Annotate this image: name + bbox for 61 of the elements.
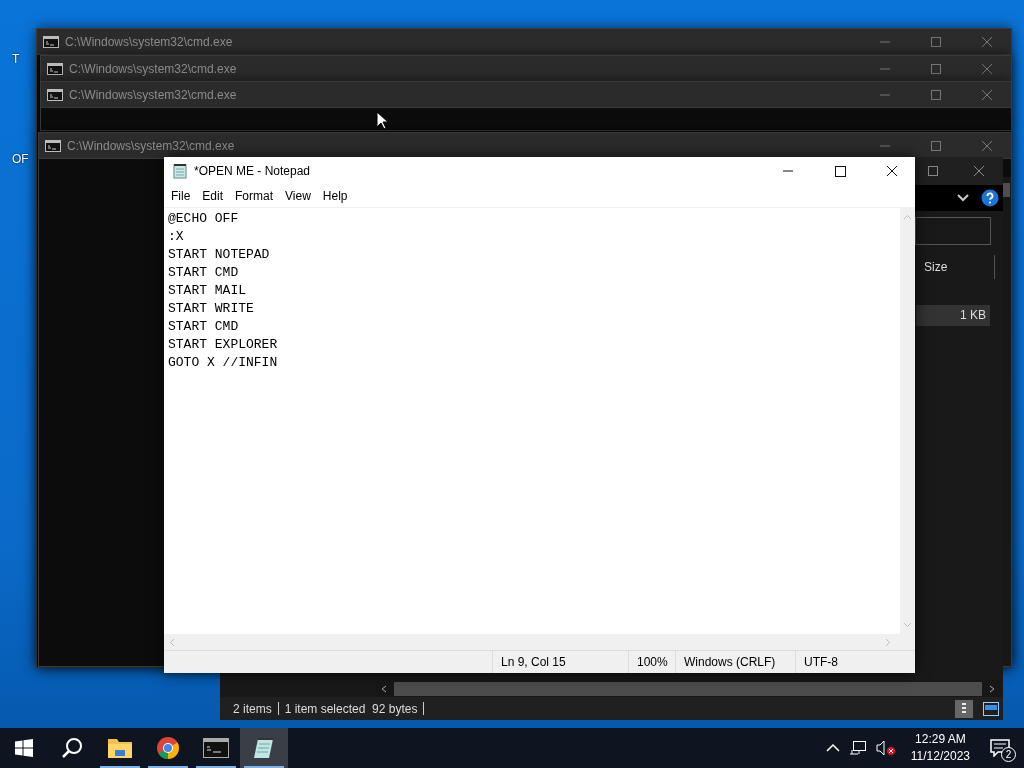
code-line: START NOTEPAD xyxy=(168,246,271,264)
menu-item[interactable]: Edit xyxy=(196,189,230,203)
code-line: START MAIL xyxy=(168,282,247,300)
desktop-icon-label: T xyxy=(12,52,20,66)
console-icon xyxy=(47,62,63,75)
code-line: START EXPLORER xyxy=(168,336,279,354)
file-size-cell: 1 KB xyxy=(916,305,990,326)
menu-item[interactable]: File xyxy=(165,189,197,203)
code-line: :X xyxy=(168,228,185,246)
close-icon[interactable] xyxy=(973,165,985,177)
tiles-view-icon[interactable] xyxy=(983,701,999,716)
volume-muted-icon[interactable] xyxy=(875,740,896,756)
notification-icon xyxy=(990,739,1010,757)
details-view-icon[interactable] xyxy=(955,699,973,718)
scroll-right-icon[interactable] xyxy=(988,684,996,693)
console-icon xyxy=(45,139,61,152)
status-text: 100% xyxy=(628,651,675,673)
code-line: START WRITE xyxy=(168,300,255,318)
window-title: C:\Windows\system32\cmd.exe xyxy=(65,34,233,49)
notification-button[interactable]: 2 xyxy=(982,728,1018,768)
menu-item[interactable]: Help xyxy=(316,189,354,203)
notepad-icon xyxy=(252,736,276,760)
status-text: Windows (CRLF) xyxy=(675,651,795,673)
taskbar-app[interactable] xyxy=(240,728,288,768)
window-title: C:\Windows\system32\cmd.exe xyxy=(67,138,235,153)
status-text: UTF-8 xyxy=(795,651,915,673)
scroll-left-icon[interactable] xyxy=(380,684,388,693)
console-icon xyxy=(47,88,63,101)
window-title: C:\Windows\system32\cmd.exe xyxy=(69,87,237,102)
status-text: 2 items xyxy=(233,701,272,716)
notification-count: 2 xyxy=(1001,747,1016,762)
clock-date[interactable]: 11/12/2023 xyxy=(910,748,970,765)
console-icon xyxy=(43,35,59,48)
search-field[interactable] xyxy=(915,217,991,245)
desktop-icon-label: OF xyxy=(12,152,29,166)
code-line: GOTO X //INFIN xyxy=(168,354,279,372)
windows-logo-icon xyxy=(15,739,33,757)
notepad-icon xyxy=(172,163,188,179)
folder-icon xyxy=(107,737,133,759)
menu-item[interactable]: View xyxy=(279,189,317,203)
chevron-up-icon[interactable] xyxy=(825,744,840,752)
code-line: START CMD xyxy=(168,264,240,282)
close-icon[interactable] xyxy=(981,62,993,75)
code-line: START CMD xyxy=(168,318,240,336)
column-header[interactable]: Size xyxy=(920,255,995,279)
console-icon xyxy=(203,738,229,758)
code-line: @ECHO OFF xyxy=(168,210,240,228)
help-icon[interactable] xyxy=(981,189,999,207)
close-icon[interactable] xyxy=(981,88,993,101)
chrome-icon xyxy=(156,736,180,760)
chevron-down-icon[interactable] xyxy=(957,194,969,202)
window-title: *OPEN ME - Notepad xyxy=(194,164,311,178)
close-icon[interactable] xyxy=(981,35,993,48)
status-text: 1 item selected 92 bytes xyxy=(284,701,418,716)
status-text: Ln 9, Col 15 xyxy=(492,651,628,673)
network-icon[interactable] xyxy=(848,740,867,756)
search-icon xyxy=(60,736,84,760)
close-icon[interactable] xyxy=(981,139,993,152)
menu-item[interactable]: Format xyxy=(229,189,280,203)
window-title: C:\Windows\system32\cmd.exe xyxy=(69,61,237,76)
clock-time[interactable]: 12:29 AM xyxy=(915,731,966,748)
